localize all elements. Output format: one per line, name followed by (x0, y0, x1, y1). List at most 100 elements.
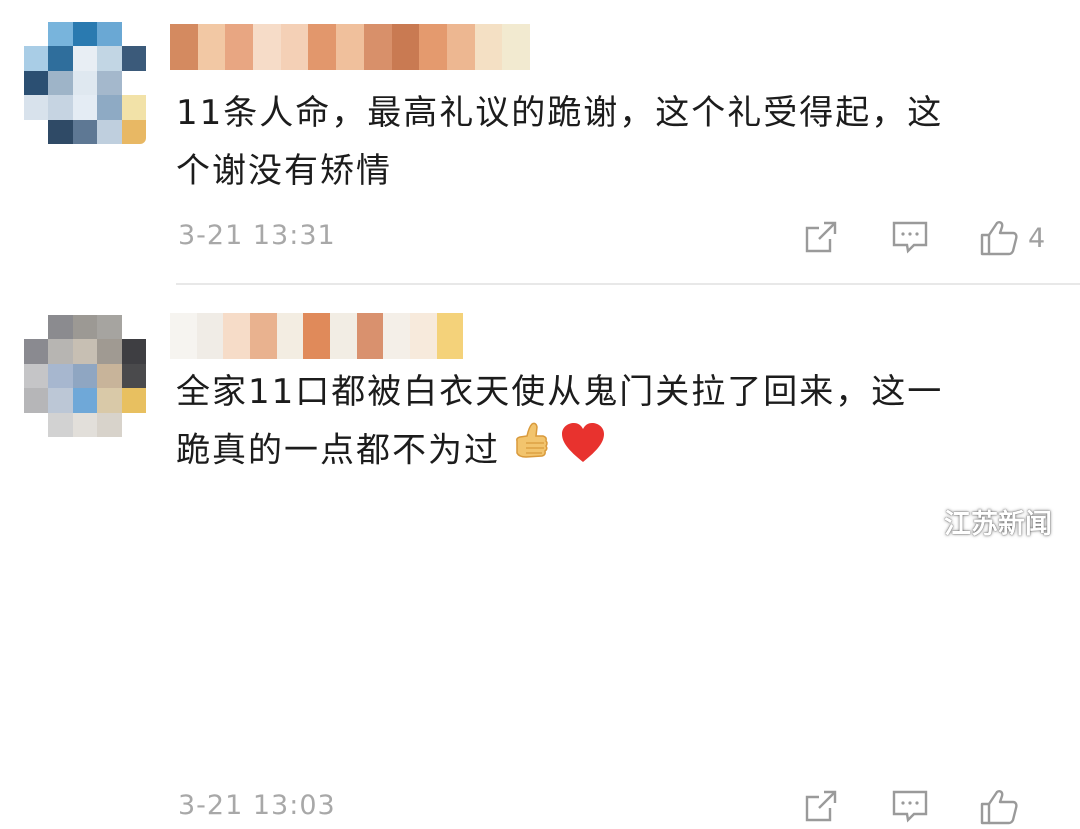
avatar-pixel (48, 22, 73, 47)
avatar-pixel (48, 46, 73, 71)
avatar[interactable] (24, 315, 146, 437)
avatar-pixel (121, 339, 146, 364)
avatar-pixel (72, 46, 98, 71)
username-pixel (391, 24, 420, 70)
avatar-pixel (72, 95, 98, 120)
avatar-pixel (24, 363, 49, 389)
username-pixel (419, 24, 447, 70)
avatar-pixel (97, 46, 122, 71)
avatar-pixel (72, 388, 98, 413)
username-pixel (303, 313, 331, 359)
avatar-pixel (48, 315, 73, 340)
username-pixel (280, 24, 309, 70)
comment-timestamp: 3-21 13:03 (178, 790, 336, 821)
avatar-pixel (97, 388, 122, 413)
avatar-pixel (97, 119, 122, 144)
username-pixel (474, 24, 503, 70)
avatar-pixel (97, 95, 122, 120)
avatar-pixel (24, 339, 49, 364)
username-pixel (356, 313, 384, 359)
username-pixel (446, 24, 475, 70)
reply-icon (892, 221, 928, 254)
comment-timestamp: 3-21 13:31 (178, 220, 336, 251)
username-pixel (196, 313, 224, 359)
avatar-pixel (97, 412, 122, 437)
avatar-pixel (121, 46, 146, 71)
avatar-pixel (24, 388, 49, 413)
username-pixel (197, 24, 226, 70)
wechat-icon (892, 500, 936, 543)
avatar-pixel (24, 315, 49, 340)
avatar-pixel (48, 363, 73, 389)
username-pixel (250, 313, 277, 359)
avatar-pixel (48, 95, 73, 120)
avatar[interactable] (24, 22, 146, 144)
comment-text-line: 跪真的一点都不为过 (176, 421, 1046, 483)
avatar-pixel (97, 315, 122, 340)
avatar-pixel (97, 70, 122, 96)
username[interactable] (170, 24, 530, 70)
avatar-pixel (24, 22, 49, 47)
username-pixel (502, 24, 530, 70)
comment-text-line: 个谢没有矫情 (176, 151, 392, 191)
thumbs-up-icon (980, 790, 1018, 825)
username-pixel (463, 313, 491, 359)
avatar-pixel (121, 315, 146, 340)
username-pixel (436, 313, 464, 359)
avatar-pixel (121, 70, 146, 96)
like-button[interactable] (978, 787, 1028, 827)
avatar-pixel (72, 315, 98, 340)
avatar-pixel (121, 388, 146, 413)
comment-item: 11条人命，最高礼议的跪谢，这个礼受得起，这 个谢没有矫情 3-21 13:31… (0, 0, 1080, 284)
share-icon (805, 790, 837, 822)
avatar-pixel (48, 388, 73, 413)
avatar-pixel (97, 339, 122, 364)
comment-text-line: 全家11口都被白衣天使从鬼门关拉了回来，这一 (176, 372, 944, 412)
avatar-pixel (48, 412, 73, 437)
username-pixel (330, 313, 357, 359)
comment-text: 全家11口都被白衣天使从鬼门关拉了回来，这一 跪真的一点都不为过 (176, 363, 1046, 483)
thumbs-up-emoji-icon (510, 421, 550, 483)
username-pixel (223, 313, 251, 359)
avatar-pixel (121, 22, 146, 47)
avatar-pixel (72, 363, 98, 389)
like-count: 4 (1028, 222, 1046, 254)
username-pixel (336, 24, 364, 70)
avatar-pixel (121, 95, 146, 120)
username-pixel (383, 313, 411, 359)
avatar-pixel (24, 95, 49, 120)
avatar-pixel (72, 119, 98, 144)
username-pixel (170, 24, 198, 70)
reply-button[interactable] (890, 218, 930, 260)
avatar-pixel (97, 22, 122, 47)
thumbs-up-icon (980, 221, 1018, 256)
like-button[interactable]: 4 (978, 218, 1045, 258)
username[interactable] (170, 313, 491, 359)
share-button[interactable] (802, 787, 840, 829)
avatar-pixel (121, 363, 146, 389)
avatar-pixel (72, 412, 98, 437)
share-button[interactable] (802, 218, 840, 260)
avatar-pixel (48, 119, 73, 144)
avatar-pixel (97, 363, 122, 389)
heart-emoji-icon (560, 422, 606, 482)
username-pixel (308, 24, 337, 70)
username-pixel (276, 313, 304, 359)
comment-text-segment: 跪真的一点都不为过 (176, 430, 500, 471)
avatar-pixel (72, 22, 98, 47)
username-pixel (363, 24, 392, 70)
username-pixel (410, 313, 437, 359)
watermark-label: 江苏新闻 (944, 509, 1052, 540)
avatar-pixel (24, 119, 49, 144)
username-pixel (253, 24, 281, 70)
comment-text-line: 11条人命，最高礼议的跪谢，这个礼受得起，这 (176, 93, 944, 133)
avatar-pixel (72, 70, 98, 96)
avatar-pixel (48, 70, 73, 96)
share-icon (805, 221, 837, 253)
reply-icon (892, 790, 928, 823)
username-pixel (225, 24, 254, 70)
reply-button[interactable] (890, 787, 930, 829)
avatar-pixel (24, 412, 49, 437)
avatar-pixel (121, 412, 146, 437)
watermark: 江苏新闻 (892, 500, 1052, 543)
